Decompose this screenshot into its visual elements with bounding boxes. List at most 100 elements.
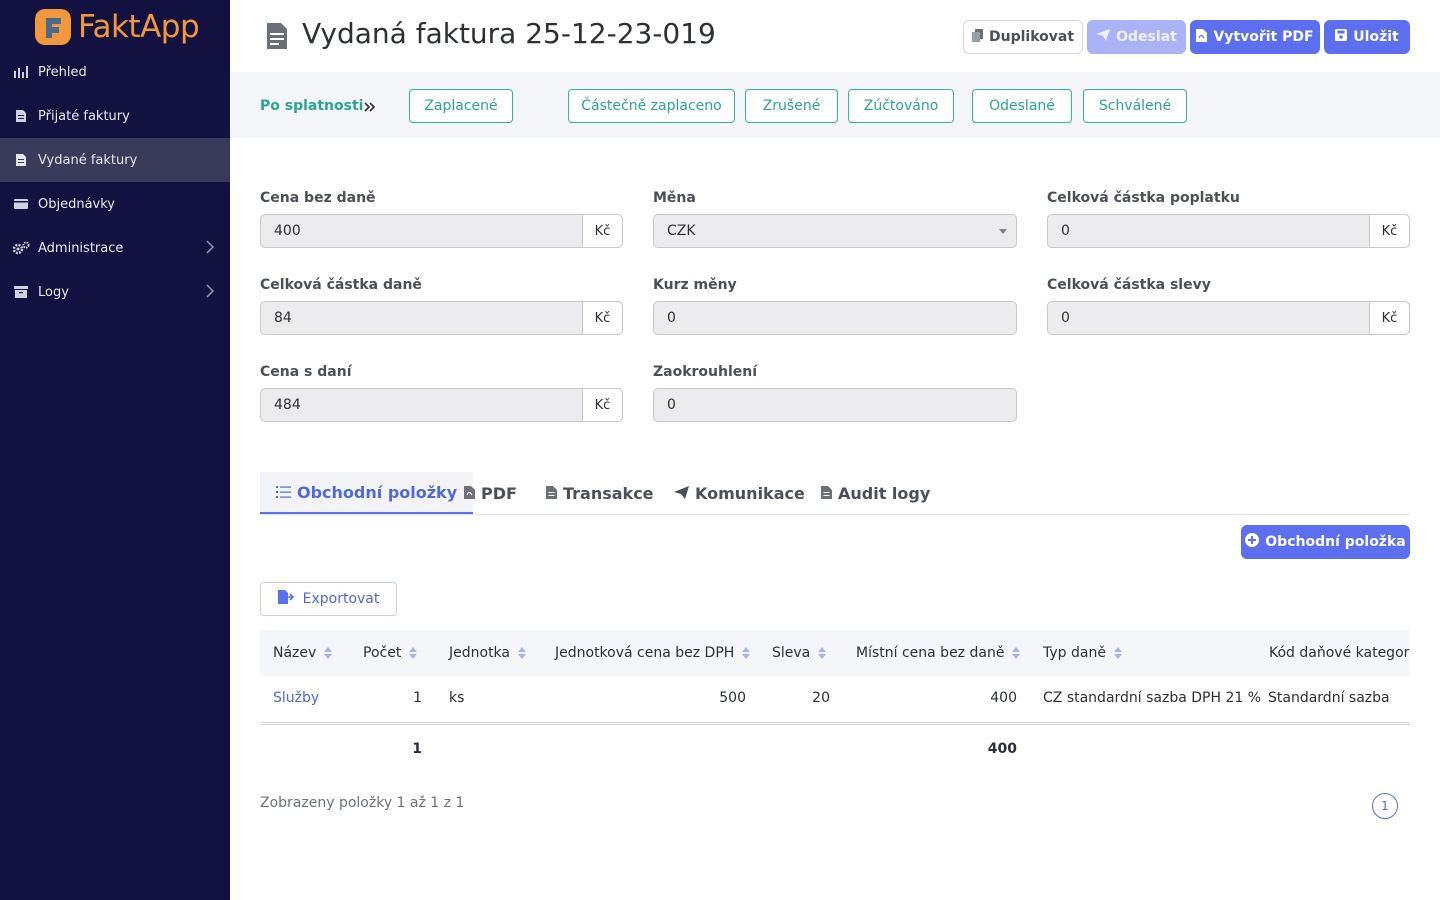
sidebar-item-vydane-faktury[interactable]: Vydané faktury <box>0 138 230 182</box>
exchange-rate-field[interactable]: 0 <box>653 301 1017 335</box>
pdf-icon <box>464 484 475 503</box>
pdf-icon <box>1196 28 1208 46</box>
sidebar-item-label: Administrace <box>38 240 124 256</box>
cell-tax-type: CZ standardní sazba DPH 21 % <box>1043 690 1262 706</box>
tab-obchodni-polozky[interactable]: Obchodní položky <box>260 472 474 514</box>
tab-transakce[interactable]: Transakce <box>530 472 670 514</box>
export-button[interactable]: Exportovat <box>260 582 397 616</box>
column-header-typ-dane[interactable]: Typ daně <box>1043 645 1122 661</box>
exchange-rate-label: Kurz měny <box>653 277 737 293</box>
cell-count: 1 <box>413 690 422 706</box>
sidebar-item-administrace[interactable]: Administrace <box>0 226 230 270</box>
table-footer-divider <box>260 722 1410 725</box>
currency-unit: Kč <box>582 389 622 421</box>
fee-total-field[interactable]: 0 Kč <box>1047 214 1410 248</box>
caret-down-icon <box>999 228 1007 234</box>
cell-unit-price: 500 <box>719 690 746 706</box>
create-pdf-button[interactable]: Vytvořit PDF <box>1190 20 1320 54</box>
currency-unit: Kč <box>582 215 622 247</box>
document-icon <box>821 484 832 503</box>
sidebar-nav: Přehled Přijaté faktury Vydané faktury O… <box>0 50 230 314</box>
discount-total-label: Celková částka slevy <box>1047 277 1211 293</box>
status-zuctovano-button[interactable]: Zúčtováno <box>848 89 954 123</box>
tab-audit-logy[interactable]: Audit logy <box>805 472 946 514</box>
tax-total-field[interactable]: 84 Kč <box>260 301 623 335</box>
export-icon <box>277 590 295 608</box>
list-icon <box>276 483 291 502</box>
save-button[interactable]: Uložit <box>1324 20 1410 54</box>
currency-select[interactable]: CZK <box>653 214 1017 248</box>
column-header-kod-danove-kategorie[interactable]: Kód daňové kategorie <box>1269 645 1410 661</box>
sidebar-item-label: Přehled <box>38 64 87 80</box>
pagination-info: Zobrazeny položky 1 až 1 z 1 <box>260 795 465 811</box>
document-icon <box>12 152 30 168</box>
sort-icon <box>1113 647 1122 659</box>
sort-icon <box>409 647 418 659</box>
footer-count-total: 1 <box>412 741 422 757</box>
sidebar-item-prehled[interactable]: Přehled <box>0 50 230 94</box>
price-without-tax-field[interactable]: 400 Kč <box>260 214 623 248</box>
sidebar-item-prijate-faktury[interactable]: Přijaté faktury <box>0 94 230 138</box>
table-header: Název Počet Jednotka Jednotková cena bez… <box>260 630 1410 676</box>
discount-total-field[interactable]: 0 Kč <box>1047 301 1410 335</box>
sort-icon <box>518 647 526 659</box>
tab-komunikace[interactable]: Komunikace <box>658 472 821 514</box>
cell-tax-category: Standardní sazba <box>1268 690 1390 706</box>
item-name-link[interactable]: Služby <box>273 690 319 706</box>
status-bar: Po splatnosti Zaplacené Částečně zaplace… <box>230 72 1440 138</box>
column-header-sleva[interactable]: Sleva <box>772 645 827 661</box>
sidebar-item-label: Logy <box>38 284 69 300</box>
status-schvalene-button[interactable]: Schválené <box>1083 89 1187 123</box>
chart-icon <box>12 64 30 80</box>
copy-icon <box>971 28 983 46</box>
column-header-mistni-cena[interactable]: Místní cena bez daně <box>856 645 1021 661</box>
price-with-tax-field[interactable]: 484 Kč <box>260 388 623 422</box>
sort-icon <box>742 647 751 659</box>
column-header-jednotka[interactable]: Jednotka <box>449 645 526 661</box>
add-item-button[interactable]: Obchodní položka <box>1241 525 1410 559</box>
column-header-nazev[interactable]: Název <box>273 645 333 661</box>
paper-plane-icon <box>674 484 689 503</box>
double-chevron-right-icon <box>364 98 376 117</box>
archive-icon <box>12 284 30 300</box>
status-castecne-zaplaceno-button[interactable]: Částečně zaplaceno <box>568 89 735 123</box>
pagination-page-button[interactable]: 1 <box>1372 793 1398 819</box>
currency-unit: Kč <box>582 302 622 334</box>
gears-icon <box>12 240 30 256</box>
price-with-tax-label: Cena s daní <box>260 364 352 380</box>
page-title: Vydaná faktura 25-12-23-019 <box>302 17 716 50</box>
cell-local-price: 400 <box>990 690 1017 706</box>
currency-unit: Kč <box>1369 215 1409 247</box>
document-icon <box>12 108 30 124</box>
page-header: Vydaná faktura 25-12-23-019 Duplikovat O… <box>230 0 1440 72</box>
sidebar-item-label: Přijaté faktury <box>38 108 130 124</box>
plus-circle-icon <box>1245 533 1260 551</box>
sidebar-item-logy[interactable]: Logy <box>0 270 230 314</box>
status-odeslane-button[interactable]: Odeslané <box>972 89 1072 123</box>
document-icon <box>546 484 557 503</box>
column-header-jednotkova-cena[interactable]: Jednotková cena bez DPH <box>555 645 751 661</box>
sort-icon <box>818 647 827 659</box>
sidebar-item-label: Objednávky <box>38 196 116 212</box>
send-button[interactable]: Odeslat <box>1087 20 1186 54</box>
sort-icon <box>1012 647 1021 659</box>
tab-bar: Obchodní položky PDF Transakce Komunikac… <box>260 472 1410 515</box>
cell-discount: 20 <box>812 690 830 706</box>
sidebar: FaktApp Přehled Přijaté faktury Vydané f… <box>0 0 230 900</box>
rounding-field[interactable]: 0 <box>653 388 1017 422</box>
tab-pdf[interactable]: PDF <box>448 472 533 514</box>
chevron-right-icon <box>206 240 215 258</box>
tax-total-label: Celková částka daně <box>260 277 422 293</box>
status-zrusene-button[interactable]: Zrušené <box>745 89 838 123</box>
floppy-icon <box>1335 29 1348 45</box>
status-zaplacene-button[interactable]: Zaplacené <box>409 89 513 123</box>
sort-icon <box>324 647 333 659</box>
price-without-tax-label: Cena bez daně <box>260 190 376 206</box>
logo[interactable]: FaktApp <box>34 8 200 46</box>
chevron-right-icon <box>206 284 215 302</box>
sidebar-item-objednavky[interactable]: Objednávky <box>0 182 230 226</box>
current-status: Po splatnosti <box>260 98 364 114</box>
footer-local-price-total: 400 <box>987 741 1017 757</box>
column-header-pocet[interactable]: Počet <box>363 645 418 661</box>
duplicate-button[interactable]: Duplikovat <box>963 20 1083 54</box>
